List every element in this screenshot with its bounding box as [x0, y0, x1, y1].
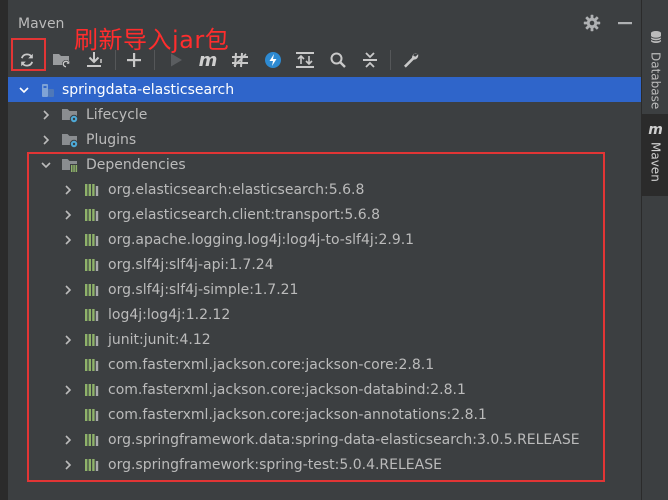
tree-node-label: com.fasterxml.jackson.core:jackson-datab… [108, 381, 466, 398]
tree-node-dependency[interactable]: org.apache.logging.log4j:log4j-to-slf4j:… [8, 227, 641, 252]
database-icon [649, 30, 663, 48]
library-icon [83, 431, 101, 449]
gear-icon[interactable] [581, 12, 603, 34]
find-button[interactable] [326, 48, 350, 72]
tree-node-lifecycle[interactable]: Lifecycle [8, 102, 641, 127]
tree-node-dependency[interactable]: org.springframework:spring-test:5.0.4.RE… [8, 452, 641, 477]
download-sources-button[interactable] [82, 48, 106, 72]
tree-node-label: org.apache.logging.log4j:log4j-to-slf4j:… [108, 231, 415, 248]
toolbar-separator [115, 50, 116, 70]
tree-node-label: org.springframework.data:spring-data-ela… [108, 431, 580, 448]
skip-tests-button[interactable] [261, 48, 285, 72]
tree-node-project[interactable]: springdata-elasticsearch [8, 77, 641, 102]
folder-refresh-icon [53, 54, 70, 68]
collapse-icon [363, 52, 377, 68]
library-icon [83, 256, 101, 274]
tool-window-title: Maven [18, 16, 65, 32]
maven-m-icon: m [648, 122, 663, 138]
tree-node-label: org.springframework:spring-test:5.0.4.RE… [108, 456, 442, 473]
generate-sources-button[interactable] [50, 48, 74, 72]
right-tool-strip: Database m Maven [641, 0, 668, 500]
tree-node-dependency[interactable]: org.springframework.data:spring-data-ela… [8, 427, 641, 452]
chevron-right-icon[interactable] [62, 184, 74, 196]
diagram-icon [296, 52, 314, 68]
tree-node-label: com.fasterxml.jackson.core:jackson-annot… [108, 406, 487, 423]
chevron-down-icon[interactable] [40, 159, 52, 171]
minimize-icon[interactable] [614, 12, 636, 34]
chevron-right-icon[interactable] [62, 209, 74, 221]
tree-node-dependency[interactable]: com.fasterxml.jackson.core:jackson-core:… [8, 352, 641, 377]
tree-node-label: Plugins [86, 131, 137, 148]
collapse-all-button[interactable] [358, 48, 382, 72]
chevron-down-icon[interactable] [18, 84, 30, 96]
offline-icon [232, 52, 248, 68]
maven-settings-button[interactable] [399, 48, 423, 72]
tree-node-label: org.slf4j:slf4j-simple:1.7.21 [108, 281, 299, 298]
add-maven-project-button[interactable] [122, 48, 146, 72]
tree-node-label: Lifecycle [86, 106, 148, 123]
search-icon [330, 52, 346, 68]
folder-library-icon [61, 156, 79, 174]
skip-tests-icon [265, 52, 281, 68]
m-icon: m [198, 49, 218, 71]
library-icon [83, 456, 101, 474]
tree-node-dependency[interactable]: com.fasterxml.jackson.core:jackson-annot… [8, 402, 641, 427]
tree-node-label: org.elasticsearch:elasticsearch:5.6.8 [108, 181, 365, 198]
execute-maven-goal-button[interactable]: m [196, 48, 220, 72]
tree-node-label: log4j:log4j:1.2.12 [108, 306, 231, 323]
maven-tab-label: Maven [648, 142, 663, 182]
library-icon [83, 281, 101, 299]
tree-node-label: Dependencies [86, 156, 186, 173]
toolbar-separator [390, 50, 391, 70]
chevron-right-icon[interactable] [62, 434, 74, 446]
tree-node-dependency[interactable]: junit:junit:4.12 [8, 327, 641, 352]
tree-node-dependency[interactable]: org.elasticsearch:elasticsearch:5.6.8 [8, 177, 641, 202]
chevron-right-icon[interactable] [40, 109, 52, 121]
folder-gear-icon [61, 131, 79, 149]
library-icon [83, 406, 101, 424]
library-icon [83, 181, 101, 199]
tree-node-dependency[interactable]: com.fasterxml.jackson.core:jackson-datab… [8, 377, 641, 402]
maven-toolbar: m [8, 44, 641, 76]
run-icon [171, 53, 182, 67]
toggle-offline-mode-button[interactable] [228, 48, 252, 72]
chevron-right-icon[interactable] [62, 459, 74, 471]
plus-icon [127, 53, 141, 67]
tree-node-dependency[interactable]: org.slf4j:slf4j-api:1.7.24 [8, 252, 641, 277]
tree-node-dependency[interactable]: org.slf4j:slf4j-simple:1.7.21 [8, 277, 641, 302]
chevron-right-icon[interactable] [62, 334, 74, 346]
editor-gutter [0, 0, 8, 500]
download-icon [87, 52, 102, 67]
toolbar-separator [154, 50, 155, 70]
library-icon [83, 381, 101, 399]
tree-node-label: junit:junit:4.12 [108, 331, 211, 348]
database-tab[interactable]: Database [642, 24, 668, 120]
run-maven-build-button[interactable] [164, 48, 188, 72]
tree-node-label: com.fasterxml.jackson.core:jackson-core:… [108, 356, 435, 373]
chevron-right-icon[interactable] [62, 284, 74, 296]
library-icon [83, 306, 101, 324]
tree-node-plugins[interactable]: Plugins [8, 127, 641, 152]
maven-tool-window: Maven 刷新导入jar包 m springdata-elasticsearc… [8, 0, 641, 500]
chevron-right-icon[interactable] [62, 234, 74, 246]
folder-gear-icon [61, 106, 79, 124]
chevron-right-icon[interactable] [62, 384, 74, 396]
tree-node-label: springdata-elasticsearch [62, 81, 235, 98]
wrench-icon [404, 53, 419, 68]
chevron-right-icon[interactable] [40, 134, 52, 146]
library-icon [83, 206, 101, 224]
annotation-highlight-refresh [11, 38, 46, 71]
tree-node-dependency[interactable]: org.elasticsearch.client:transport:5.6.8 [8, 202, 641, 227]
tree-node-dependencies[interactable]: Dependencies [8, 152, 641, 177]
tree-node-label: org.slf4j:slf4j-api:1.7.24 [108, 256, 274, 273]
maven-module-icon [39, 81, 57, 99]
tree-node-dependency[interactable]: log4j:log4j:1.2.12 [8, 302, 641, 327]
tree-node-label: org.elasticsearch.client:transport:5.6.8 [108, 206, 381, 223]
database-tab-label: Database [648, 52, 663, 110]
show-dependencies-button[interactable] [293, 48, 317, 72]
library-icon [83, 356, 101, 374]
maven-tab[interactable]: m Maven [642, 114, 668, 196]
library-icon [83, 331, 101, 349]
library-icon [83, 231, 101, 249]
